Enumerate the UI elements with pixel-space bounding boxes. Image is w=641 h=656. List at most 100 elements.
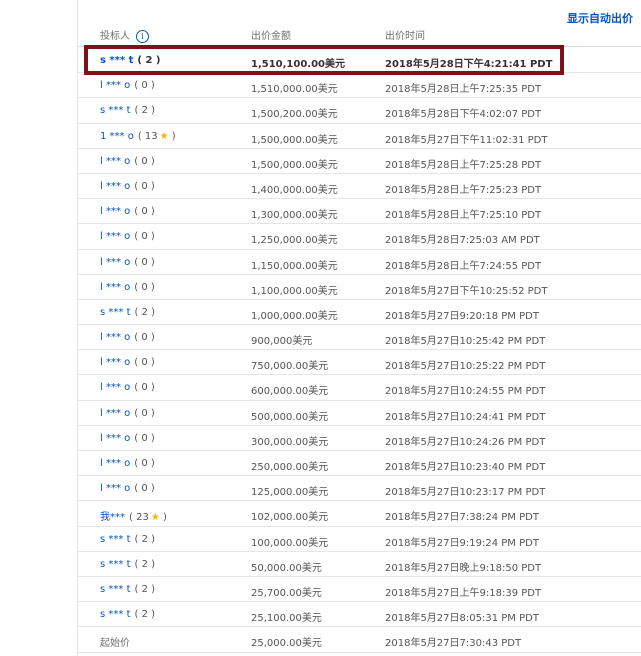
bid-row: l *** o( 0 ) 1,250,000.00美元 2018年5月28日7:25…: [78, 224, 641, 250]
bid-row: l *** o( 0 ) 750,000.00美元 2018年5月27日10:25:…: [78, 350, 641, 376]
bidder-id: l *** o: [100, 80, 131, 92]
bid-time: 2018年5月27日10:25:22 PM PDT: [385, 361, 546, 373]
bid-time: 2018年5月28日上午7:24:55 PDT: [385, 260, 542, 272]
bid-time: 2018年5月27日10:23:40 PM PDT: [385, 462, 546, 473]
bidder-id: s *** t: [100, 533, 131, 545]
bidder-id: s *** t: [100, 105, 131, 117]
bidder-name[interactable]: l *** o( 0 ): [100, 483, 155, 494]
bidder-id: l *** o: [100, 382, 131, 394]
bid-amount: 1,500,000.00美元: [251, 159, 338, 171]
bidder-name[interactable]: l *** o( 0 ): [100, 408, 155, 419]
feedback-score: ( 2 ): [137, 55, 161, 66]
bid-time: 2018年5月28日下午4:02:07 PDT: [385, 109, 542, 121]
bid-amount: 125,000.00美元: [251, 487, 329, 499]
bidder-id: l *** o: [100, 180, 131, 192]
bidder-name[interactable]: l *** o( 0 ): [100, 231, 155, 242]
feedback-score-close: ): [168, 130, 176, 142]
feedback-score: ( 0 ): [134, 407, 155, 419]
bidder-name[interactable]: l *** o( 0 ): [100, 206, 155, 217]
feedback-score: ( 2 ): [134, 105, 156, 117]
bid-row: l *** o( 0 ) 1,500,000.00美元 2018年5月28日上午7:…: [78, 149, 641, 174]
bid-amount: 1,510,000.00美元: [251, 84, 338, 96]
feedback-score: ( 0 ): [134, 382, 155, 394]
bid-time: 2018年5月28日下午4:21:41 PDT: [385, 59, 553, 70]
bid-amount: 50,000.00美元: [251, 562, 322, 574]
star-icon: ★: [159, 130, 169, 142]
bid-row: l *** o( 0 ) 1,100,000.00美元 2018年5月27日下午10…: [78, 275, 641, 300]
time-column-header: 出价时间: [385, 31, 425, 42]
bidder-name[interactable]: l *** o( 0 ): [100, 458, 155, 469]
feedback-score: ( 0 ): [134, 432, 155, 444]
bidder-id: s *** t: [100, 583, 131, 595]
bidder-id: l *** o: [100, 281, 131, 293]
bid-amount: 250,000.00美元: [251, 462, 329, 473]
bid-amount: 1,100,000.00美元: [251, 285, 338, 297]
bidder-name[interactable]: s *** t( 2 ): [100, 55, 160, 66]
bid-row: s *** t( 2 ) 1,510,100.00美元 2018年5月28日下午4:…: [78, 48, 641, 74]
bidder-id: s *** t: [100, 55, 134, 66]
bid-row: l *** o( 0 ) 600,000.00美元 2018年5月27日10:24:…: [78, 375, 641, 401]
feedback-score: ( 23: [129, 512, 149, 524]
bidder-id: 起始价: [100, 638, 130, 650]
feedback-score: ( 2 ): [134, 558, 156, 570]
bid-time: 2018年5月27日上午9:18:39 PDT: [385, 587, 542, 599]
bid-amount: 100,000.00美元: [251, 537, 329, 549]
bid-amount: 25,000.00美元: [251, 638, 322, 650]
bid-row: s *** t( 2 ) 50,000.00美元 2018年5月27日晚上9:18:…: [78, 552, 641, 577]
bid-row: 1 *** o( 13 ★ ) 1,500,000.00美元 2018年5月27日下午…: [78, 124, 641, 149]
starting-price-label: 起始价: [100, 634, 130, 649]
star-icon: ★: [150, 512, 160, 524]
bidder-name[interactable]: l *** o( 0 ): [100, 433, 155, 444]
bidder-id: l *** o: [100, 256, 131, 268]
bid-time: 2018年5月27日下午11:02:31 PDT: [385, 134, 548, 146]
bidder-name[interactable]: s *** t( 2 ): [100, 584, 155, 595]
bid-amount: 1,500,200.00美元: [251, 109, 338, 121]
bidder-name[interactable]: l *** o( 0 ): [100, 257, 155, 268]
bidder-name[interactable]: s *** t( 2 ): [100, 609, 155, 620]
bid-time: 2018年5月28日7:25:03 AM PDT: [385, 235, 540, 247]
bid-amount: 1,300,000.00美元: [251, 210, 338, 222]
feedback-score: ( 2 ): [134, 306, 156, 318]
bidder-name[interactable]: l *** o( 0 ): [100, 357, 155, 368]
bid-time: 2018年5月28日上午7:25:28 PDT: [385, 159, 542, 171]
bid-time: 2018年5月28日上午7:25:10 PDT: [385, 210, 542, 222]
bidder-name[interactable]: l *** o( 0 ): [100, 181, 155, 192]
bid-time: 2018年5月27日7:30:43 PDT: [385, 638, 522, 650]
bidder-id: l *** o: [100, 332, 131, 344]
feedback-score: ( 0 ): [134, 180, 155, 192]
bidder-header-label: 投标人: [100, 31, 130, 42]
bid-amount: 25,100.00美元: [251, 613, 322, 625]
bid-time: 2018年5月27日10:24:41 PM PDT: [385, 411, 546, 423]
bidder-id: s *** t: [100, 558, 131, 570]
bidder-name[interactable]: l *** o( 0 ): [100, 382, 155, 393]
bid-row: s *** t( 2 ) 25,100.00美元 2018年5月27日8:05:31…: [78, 602, 641, 628]
bidder-name[interactable]: l *** o( 0 ): [100, 156, 155, 167]
bid-amount: 1,150,000.00美元: [251, 260, 338, 272]
bidder-id: l *** o: [100, 407, 131, 419]
feedback-score: ( 0 ): [134, 332, 155, 344]
bidder-id: l *** o: [100, 357, 131, 369]
bidder-name[interactable]: 1 *** o( 13 ★ ): [100, 131, 176, 142]
bid-row: s *** t( 2 ) 1,500,200.00美元 2018年5月28日下午4:…: [78, 98, 641, 124]
feedback-score: ( 0 ): [134, 231, 155, 243]
bid-amount: 1,500,000.00美元: [251, 134, 338, 146]
bid-row: 我*** ( 23 ★ ) 102,000.00美元 2018年5月27日7:38:24…: [78, 501, 641, 527]
bid-row: l *** o( 0 ) 1,150,000.00美元 2018年5月28日上午7:…: [78, 250, 641, 275]
bidder-name[interactable]: s *** t( 2 ): [100, 307, 155, 318]
bid-amount: 1,250,000.00美元: [251, 235, 338, 247]
bidder-id: l *** o: [100, 206, 131, 218]
bidder-name[interactable]: s *** t( 2 ): [100, 105, 155, 116]
bidder-name[interactable]: l *** o( 0 ): [100, 80, 155, 91]
bidder-name[interactable]: 我*** ( 23 ★ ): [100, 508, 167, 523]
bidder-id: s *** t: [100, 609, 131, 621]
bid-time: 2018年5月27日8:05:31 PM PDT: [385, 613, 539, 625]
bid-time: 2018年5月27日9:19:24 PM PDT: [385, 537, 539, 549]
bid-amount: 300,000.00美元: [251, 436, 329, 448]
bidder-name[interactable]: l *** o( 0 ): [100, 282, 155, 293]
bidder-name[interactable]: s *** t( 2 ): [100, 534, 155, 545]
bidder-name[interactable]: l *** o( 0 ): [100, 332, 155, 343]
bidder-id: l *** o: [100, 155, 131, 167]
bid-time: 2018年5月27日10:24:55 PM PDT: [385, 386, 546, 398]
bidder-name[interactable]: s *** t( 2 ): [100, 559, 155, 570]
info-icon[interactable]: i: [136, 29, 149, 43]
